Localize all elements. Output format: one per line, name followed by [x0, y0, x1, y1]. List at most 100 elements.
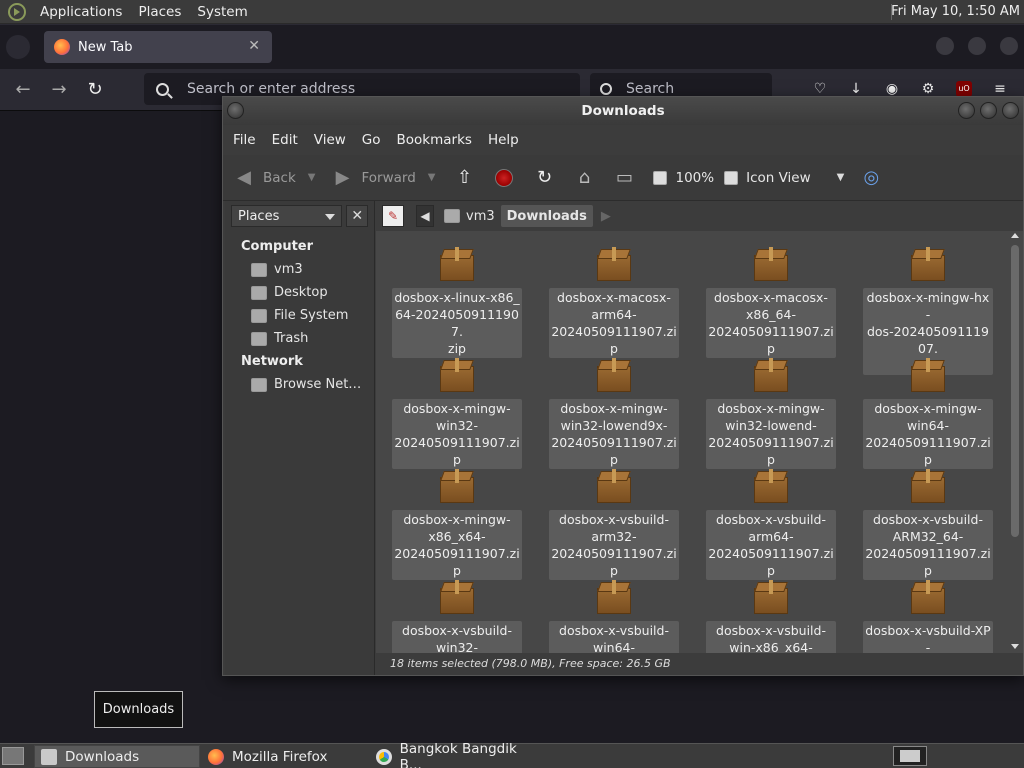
clock[interactable]: Fri May 10, 1:50 AM [891, 4, 1020, 19]
account-icon[interactable]: ◉ [884, 81, 900, 97]
archive-icon [440, 469, 474, 503]
file-item[interactable]: dosbox-x-mingw-win32-lowend9x- 2024050911… [547, 346, 681, 469]
reload-button[interactable]: ↻ [533, 167, 563, 189]
maximize-button[interactable] [980, 102, 997, 119]
menu-view[interactable]: View [306, 132, 354, 148]
stop-button[interactable] [493, 167, 523, 189]
menu-go[interactable]: Go [354, 132, 389, 148]
file-item[interactable]: dosbox-x-mingw-win64- 20240509111907.zip [861, 346, 995, 469]
menu-bookmarks[interactable]: Bookmarks [389, 132, 480, 148]
view-mode-select[interactable]: Icon View ▼ [724, 170, 844, 186]
window-close-button[interactable] [1000, 37, 1018, 55]
sidebar-item-desktop[interactable]: Desktop [225, 281, 374, 304]
file-item[interactable]: dosbox-x-macosx-x86_64- 20240509111907.zi… [704, 235, 838, 358]
breadcrumb-downloads[interactable]: Downloads [500, 205, 593, 227]
zoom-in-icon[interactable] [724, 170, 739, 185]
ublock-icon[interactable]: uO [956, 81, 972, 97]
menu-system[interactable]: System [189, 4, 255, 20]
task-label: Bangkok Bangdik B... [399, 740, 517, 768]
forward-button[interactable]: ▶ Forward ▼ [331, 167, 436, 189]
breadcrumb-vm3[interactable]: vm3 [438, 205, 501, 227]
pathbar: ✎ ◀ vm3 Downloads ▶ [376, 201, 1023, 231]
file-item[interactable]: dosbox-x-vsbuild-arm32- 20240509111907.zi… [547, 457, 681, 580]
search-button[interactable]: ◎ [860, 167, 890, 189]
icon-view[interactable]: dosbox-x-linux-x86_ 64-20240509111907. zip… [376, 231, 1008, 653]
scrollbar-thumb[interactable] [1011, 245, 1019, 537]
minimize-button[interactable] [958, 102, 975, 119]
scroll-down-icon[interactable] [1011, 644, 1019, 649]
chevron-down-icon[interactable]: ▼ [428, 172, 436, 183]
firefox-view-button[interactable] [6, 35, 30, 59]
extensions-icon[interactable]: ⚙ [920, 81, 936, 97]
sidebar-item-trash[interactable]: Trash [225, 327, 374, 350]
file-name: dosbox-x-vsbuild-XP-20240509111907.zip [863, 621, 993, 653]
path-left-arrow-icon[interactable]: ◀ [416, 205, 434, 227]
task-firefox[interactable]: Mozilla Firefox [202, 745, 368, 768]
drive-icon [251, 308, 267, 323]
window-titlebar[interactable]: Downloads [223, 97, 1023, 125]
file-item[interactable]: dosbox-x-linux-x86_ 64-20240509111907. zip [390, 235, 524, 358]
file-item[interactable]: dosbox-x-vsbuild-XP-20240509111907.zip [861, 568, 995, 653]
download-icon[interactable]: ↓ [848, 81, 864, 97]
trash-icon [251, 331, 267, 346]
sidebar-item-browse-network[interactable]: Browse Net… [225, 373, 374, 396]
menu-icon[interactable]: ≡ [992, 81, 1008, 97]
folder-icon [41, 748, 57, 765]
edit-location-icon[interactable]: ✎ [382, 205, 404, 227]
section-network: Network [241, 354, 303, 369]
zoom-control[interactable]: 100% [653, 170, 714, 186]
task-downloads[interactable]: Downloads [34, 745, 200, 768]
back-arrow-icon[interactable]: ← [12, 79, 34, 101]
status-bar: 18 items selected (798.0 MB), Free space… [376, 653, 1023, 675]
firefox-tab[interactable]: New Tab ✕ [44, 31, 272, 63]
firefox-icon [54, 39, 70, 55]
chevron-down-icon[interactable]: ▼ [308, 172, 316, 183]
close-button[interactable] [1002, 102, 1019, 119]
distro-logo-icon[interactable] [8, 2, 26, 21]
file-item[interactable]: dosbox-x-vsbuild-win-x86_x64- [704, 568, 838, 653]
menu-help[interactable]: Help [480, 132, 527, 148]
file-item[interactable]: dosbox-x-macosx-arm64- 20240509111907.zip [547, 235, 681, 358]
show-desktop-icon[interactable] [2, 747, 24, 765]
file-item[interactable]: dosbox-x-vsbuild- ARM32_64- 20240509111907… [861, 457, 995, 580]
reload-icon: ↻ [536, 167, 553, 188]
places-list: Computer vm3 Desktop File System Trash N… [225, 231, 374, 396]
section-computer: Computer [241, 239, 314, 254]
archive-icon [440, 358, 474, 392]
pocket-icon[interactable]: ♡ [812, 81, 828, 97]
window-menu-button[interactable] [227, 102, 244, 119]
back-button[interactable]: ◀ Back ▼ [233, 167, 315, 189]
file-item[interactable]: dosbox-x-vsbuild-arm64- 20240509111907.zi… [704, 457, 838, 580]
menu-applications[interactable]: Applications [32, 4, 130, 20]
sidebar-mode-select[interactable]: Places [231, 205, 343, 227]
task-chrome[interactable]: Bangkok Bangdik B... [370, 741, 538, 768]
up-button[interactable]: ⇧ [453, 167, 483, 189]
menu-places[interactable]: Places [130, 4, 189, 20]
workspace-switcher[interactable] [893, 746, 927, 766]
file-item[interactable]: dosbox-x-mingw-x86_x64- 20240509111907.zi… [390, 457, 524, 580]
sidebar-item-filesystem[interactable]: File System [225, 304, 374, 327]
menu-edit[interactable]: Edit [264, 132, 306, 148]
view-mode-label: Icon View [746, 169, 811, 186]
file-name: dosbox-x-vsbuild-win-x86_x64- [706, 621, 836, 653]
reload-icon[interactable]: ↻ [84, 79, 106, 101]
file-item[interactable]: dosbox-x-mingw-win32- 20240509111907.zip [390, 346, 524, 469]
sidebar-item-vm3[interactable]: vm3 [225, 258, 374, 281]
scroll-up-icon[interactable] [1011, 233, 1019, 238]
home-folder-icon: ⌂ [578, 167, 591, 188]
close-sidebar-button[interactable]: ✕ [346, 205, 368, 227]
file-item[interactable]: dosbox-x-vsbuild-win64- [547, 568, 681, 653]
home-button[interactable]: ⌂ [573, 167, 603, 189]
window-maximize-button[interactable] [968, 37, 986, 55]
path-right-arrow-icon[interactable]: ▶ [601, 209, 611, 224]
menu-file[interactable]: File [225, 132, 264, 148]
vertical-scrollbar[interactable] [1008, 231, 1022, 653]
zoom-out-icon[interactable] [653, 170, 668, 185]
file-item[interactable]: dosbox-x-mingw-win32-lowend- 202405091119… [704, 346, 838, 469]
window-minimize-button[interactable] [936, 37, 954, 55]
computer-button[interactable]: ▭ [613, 167, 643, 189]
tab-close-icon[interactable]: ✕ [248, 38, 260, 54]
file-item[interactable]: dosbox-x-mingw-hx-dos-20240509111907.zip [861, 235, 995, 375]
forward-arrow-icon[interactable]: → [48, 79, 70, 101]
file-item[interactable]: dosbox-x-vsbuild-win32- [390, 568, 524, 653]
